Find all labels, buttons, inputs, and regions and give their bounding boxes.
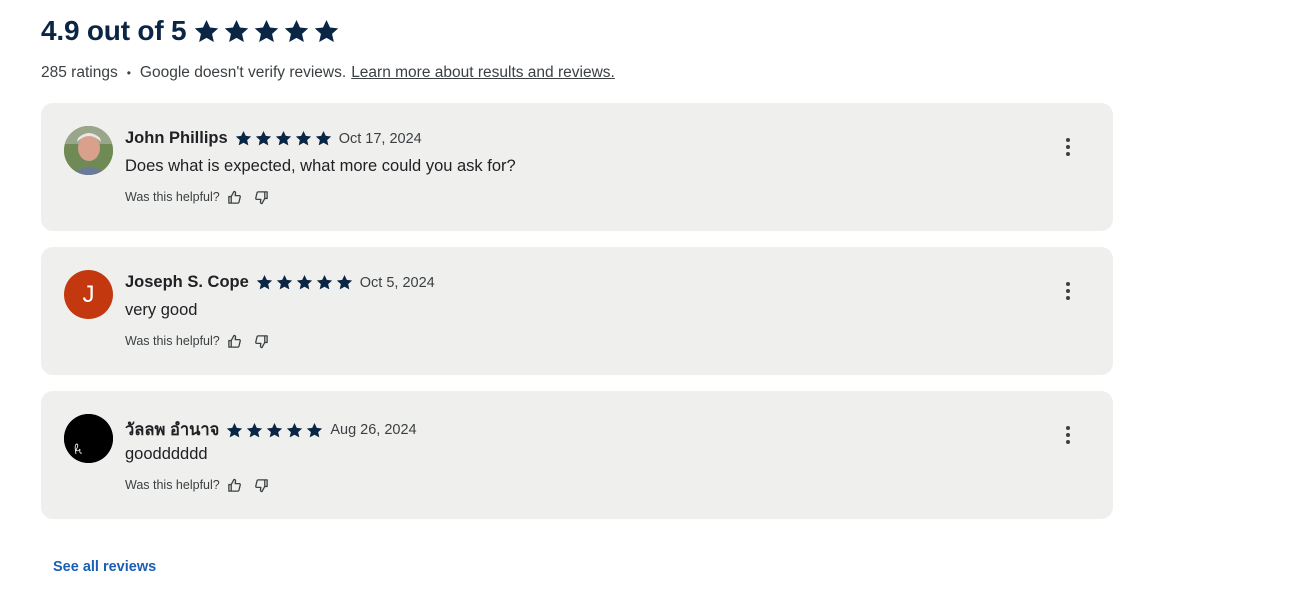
- reviewer-name: วัลลพ อำนาจ: [125, 421, 220, 439]
- review-header: วัลลพ อำนาจ Aug 26, 2024: [125, 417, 417, 443]
- more-options-button[interactable]: [1056, 423, 1080, 447]
- review-stars: [255, 273, 355, 292]
- rating-stars: [192, 17, 342, 46]
- star-icon: [275, 130, 291, 146]
- verify-disclaimer: Google doesn't verify reviews.: [139, 64, 347, 81]
- thumbs-down-icon: [255, 190, 269, 204]
- star-icon: [255, 130, 271, 146]
- thumbs-up-icon: [228, 478, 242, 492]
- star-icon: [276, 274, 292, 290]
- avatar-letter: J: [82, 280, 95, 308]
- review-date: Aug 26, 2024: [330, 422, 417, 438]
- more-vert-icon: [1066, 282, 1070, 286]
- thumbs-down-button[interactable]: [253, 476, 271, 494]
- ratings-count: 285 ratings: [41, 64, 118, 81]
- review-stars: [225, 421, 325, 440]
- review-card: John Phillips Oct 17, 2024 Does what is …: [41, 103, 1113, 231]
- star-icon: [256, 274, 272, 290]
- rating-meta: 285 ratings • Google doesn't verify revi…: [41, 64, 615, 82]
- thumbs-up-button[interactable]: [226, 332, 244, 350]
- star-icon: [316, 274, 332, 290]
- star-icon: [267, 422, 283, 437]
- review-card: วัลลพ อำนาจ Aug 26, 2024 goodddddd Was t…: [41, 391, 1113, 519]
- thumbs-down-button[interactable]: [253, 332, 271, 350]
- see-all-reviews-link[interactable]: See all reviews: [53, 559, 156, 575]
- helpful-prompt: Was this helpful?: [125, 334, 220, 348]
- helpful-row: Was this helpful?: [125, 332, 271, 350]
- thumbs-up-button[interactable]: [226, 188, 244, 206]
- star-icon: [247, 422, 263, 437]
- star-icon: [307, 422, 323, 437]
- star-icon: [227, 422, 243, 437]
- learn-more-link[interactable]: Learn more about results and reviews.: [351, 64, 615, 82]
- helpful-prompt: Was this helpful?: [125, 478, 220, 492]
- avatar: J: [64, 270, 113, 319]
- star-icon: [195, 19, 219, 42]
- star-icon: [296, 274, 312, 290]
- review-stars: [234, 129, 334, 148]
- star-icon: [315, 19, 339, 42]
- rating-summary: 4.9 out of 5: [41, 15, 342, 47]
- review-text: Does what is expected, what more could y…: [125, 157, 516, 175]
- signature-avatar-icon: [64, 414, 113, 463]
- star-icon: [287, 422, 303, 437]
- star-icon: [255, 19, 279, 42]
- star-icon: [285, 19, 309, 42]
- avatar: [64, 414, 113, 463]
- separator-dot: •: [126, 66, 131, 80]
- more-options-button[interactable]: [1056, 135, 1080, 159]
- thumbs-up-button[interactable]: [226, 476, 244, 494]
- review-list: John Phillips Oct 17, 2024 Does what is …: [41, 103, 1113, 535]
- star-icon: [225, 19, 249, 42]
- review-text: very good: [125, 301, 198, 319]
- thumbs-down-icon: [255, 334, 269, 348]
- more-options-button[interactable]: [1056, 279, 1080, 303]
- reviewer-name: Joseph S. Cope: [125, 273, 249, 291]
- review-card: J Joseph S. Cope Oct 5, 2024 very good W…: [41, 247, 1113, 375]
- thumbs-down-button[interactable]: [253, 188, 271, 206]
- review-text: goodddddd: [125, 445, 208, 463]
- thumbs-up-icon: [228, 190, 242, 204]
- more-vert-icon: [1066, 138, 1070, 142]
- thumbs-down-icon: [255, 478, 269, 492]
- review-header: Joseph S. Cope Oct 5, 2024: [125, 273, 435, 292]
- star-icon: [315, 130, 331, 146]
- user-photo-icon: [64, 126, 113, 175]
- review-date: Oct 17, 2024: [338, 130, 422, 147]
- helpful-row: Was this helpful?: [125, 476, 271, 494]
- helpful-prompt: Was this helpful?: [125, 190, 220, 204]
- star-icon: [235, 130, 251, 146]
- more-vert-icon: [1066, 426, 1070, 430]
- avatar: [64, 126, 113, 175]
- review-header: John Phillips Oct 17, 2024: [125, 129, 422, 148]
- star-icon: [295, 130, 311, 146]
- rating-score: 4.9 out of 5: [41, 15, 187, 46]
- star-icon: [336, 274, 352, 290]
- reviewer-name: John Phillips: [125, 129, 228, 147]
- thumbs-up-icon: [228, 334, 242, 348]
- review-date: Oct 5, 2024: [359, 274, 435, 291]
- helpful-row: Was this helpful?: [125, 188, 271, 206]
